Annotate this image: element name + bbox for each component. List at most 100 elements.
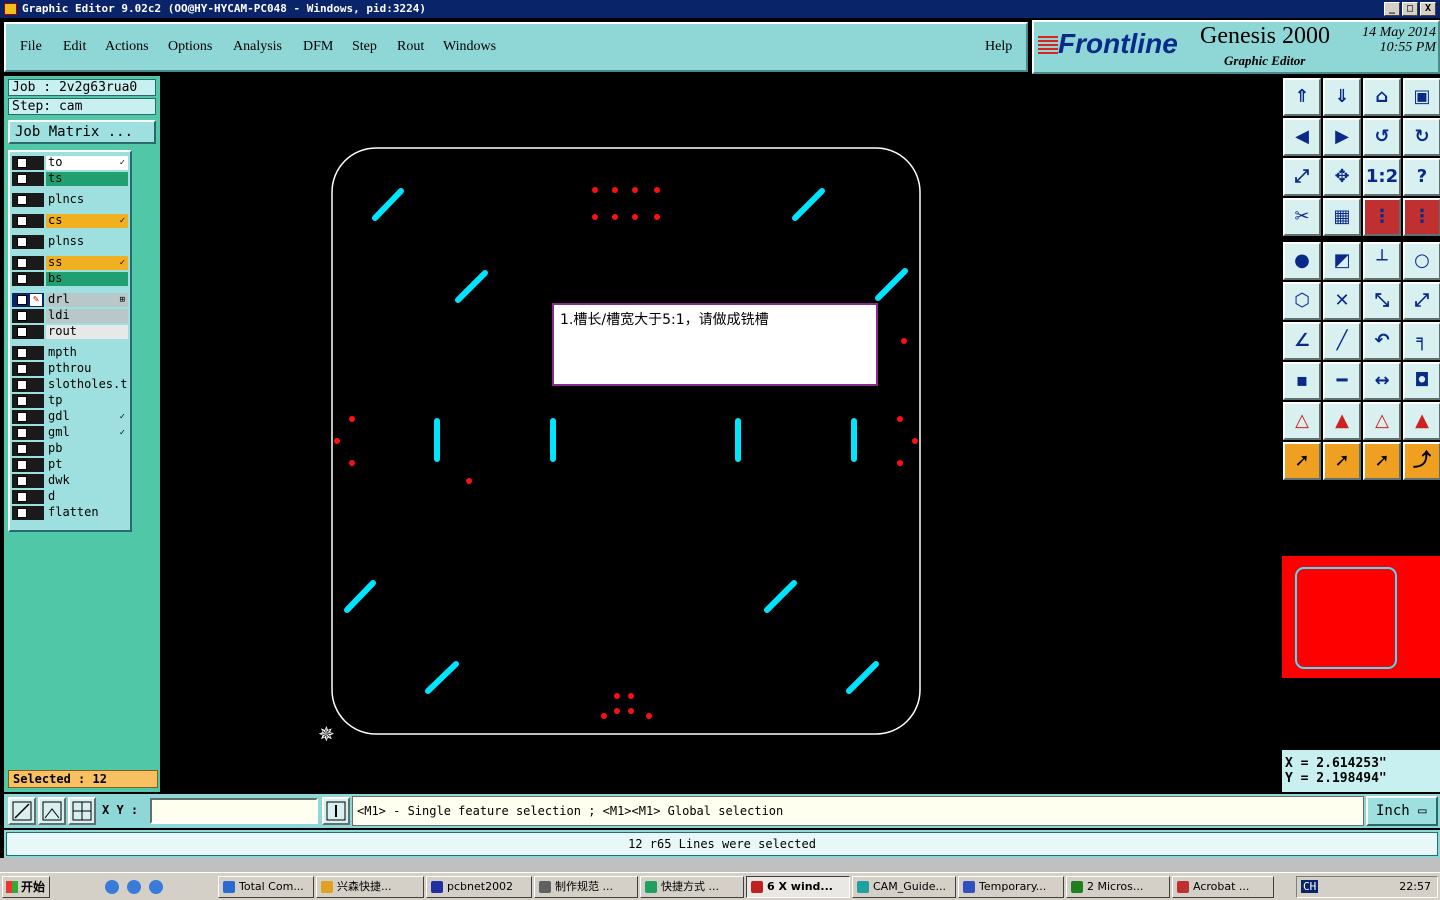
measure-button[interactable] — [38, 797, 66, 825]
layer-row-dwk[interactable]: dwk — [12, 474, 128, 488]
maximize-button[interactable]: □ — [1402, 2, 1418, 16]
select-shape-button[interactable]: ▪ — [1283, 362, 1321, 400]
pad-button[interactable]: ○ — [1403, 242, 1440, 280]
home-button[interactable]: ⌂ — [1363, 78, 1401, 116]
zoom-center-button[interactable]: ✥ — [1323, 158, 1361, 196]
pointer-net-button[interactable]: ➚ — [1363, 442, 1401, 480]
redo-button[interactable]: ↻ — [1403, 118, 1440, 156]
taskbar-item[interactable]: 6 X wind... — [746, 876, 850, 898]
layer-row-pt[interactable]: pt — [12, 458, 128, 472]
layer-row-to[interactable]: to ✓ — [12, 156, 128, 170]
layer-checkbox[interactable] — [17, 216, 27, 226]
menu-windows[interactable]: Windows — [443, 39, 496, 55]
job-matrix-button[interactable]: Job Matrix ... — [8, 120, 156, 144]
connect-button[interactable]: ⤢ — [1403, 282, 1440, 320]
layer-checkbox[interactable] — [17, 380, 27, 390]
layer-row-gdl[interactable]: gdl ✓ — [12, 410, 128, 424]
layer-row-cs[interactable]: cs ✓ — [12, 214, 128, 228]
layer-checkbox[interactable] — [17, 460, 27, 470]
graphic-canvas[interactable]: ✵ — [160, 76, 1280, 792]
pointer-button[interactable]: ➚ — [1283, 442, 1321, 480]
slot-button[interactable]: ━ — [1323, 362, 1361, 400]
layer-checkbox[interactable] — [17, 348, 27, 358]
component-button[interactable]: ◘ — [1403, 362, 1440, 400]
layer-checkbox[interactable] — [17, 295, 27, 305]
layer-row-plncs[interactable]: plncs — [12, 193, 128, 207]
cut-button[interactable]: ✕ — [1323, 282, 1361, 320]
triangle-2-button[interactable]: ▲ — [1323, 402, 1361, 440]
layer-row-gml[interactable]: gml ✓ — [12, 426, 128, 440]
layer-checkbox[interactable] — [17, 327, 27, 337]
triangle-1-button[interactable]: △ — [1283, 402, 1321, 440]
layer-checkbox[interactable] — [17, 311, 27, 321]
layer-row-bs[interactable]: bs — [12, 272, 128, 286]
undo-button[interactable]: ↺ — [1363, 118, 1401, 156]
layer-row-ss[interactable]: ss ✓ — [12, 256, 128, 270]
help-button[interactable]: ? — [1403, 158, 1440, 196]
window-button[interactable]: ▣ — [1403, 78, 1440, 116]
xy-input[interactable] — [150, 798, 318, 824]
layer-checkbox[interactable] — [17, 428, 27, 438]
taskbar-item[interactable]: 兴森快捷... — [316, 876, 424, 898]
add-pad-button[interactable]: ● — [1283, 242, 1321, 280]
menu-dfm[interactable]: DFM — [303, 39, 333, 55]
quick-launch-1-icon[interactable] — [127, 880, 141, 894]
menu-rout[interactable]: Rout — [397, 39, 424, 55]
quick-launch-2-icon[interactable] — [149, 880, 163, 894]
layer-row-plnss[interactable]: plnss — [12, 235, 128, 249]
zoom-area-button[interactable] — [8, 797, 36, 825]
grid-button[interactable]: ▦ — [1323, 198, 1361, 236]
layer-checkbox[interactable] — [17, 274, 27, 284]
layer-row-d[interactable]: d — [12, 490, 128, 504]
taskbar-item[interactable]: 2 Micros... — [1066, 876, 1170, 898]
zoom-fit-button[interactable]: ⤢ — [1283, 158, 1321, 196]
info-button[interactable] — [322, 797, 350, 825]
layer-row-ts[interactable]: ts — [12, 172, 128, 186]
route-button[interactable]: ⤴ — [1403, 442, 1440, 480]
minimize-button[interactable]: _ — [1384, 2, 1400, 16]
text-button[interactable]: ╕ — [1403, 322, 1440, 360]
layer-row-pb[interactable]: pb — [12, 442, 128, 456]
taskbar-item[interactable]: pcbnet2002 — [426, 876, 532, 898]
triangle-4-button[interactable]: ▲ — [1403, 402, 1440, 440]
layer-checkbox[interactable] — [17, 412, 27, 422]
move-node-button[interactable]: ⤡ — [1363, 282, 1401, 320]
layer-checkbox[interactable] — [17, 237, 27, 247]
layer-checkbox[interactable] — [17, 174, 27, 184]
menu-step[interactable]: Step — [352, 39, 377, 55]
pointer-select-button[interactable]: ➚ — [1323, 442, 1361, 480]
menu-actions[interactable]: Actions — [105, 39, 149, 55]
taskbar-item[interactable]: Acrobat ... — [1172, 876, 1274, 898]
layer-checkbox[interactable] — [17, 364, 27, 374]
snap-button[interactable]: ✂ — [1283, 198, 1321, 236]
triangle-3-button[interactable]: △ — [1363, 402, 1401, 440]
layer-checkbox[interactable] — [17, 508, 27, 518]
line-button[interactable]: ╱ — [1323, 322, 1361, 360]
layer-grid-button[interactable]: ⋮ — [1403, 198, 1440, 236]
layer-row-drl[interactable]: drl ⊞ ✎ — [12, 293, 128, 307]
arc-button[interactable]: ↶ — [1363, 322, 1401, 360]
quick-launch-ie-icon[interactable] — [105, 880, 119, 894]
node-button[interactable]: ⬡ — [1283, 282, 1321, 320]
taskbar-item[interactable]: 制作规范 ... — [534, 876, 638, 898]
taskbar-item[interactable]: CAM_Guide... — [852, 876, 956, 898]
open-button[interactable]: ⇑ — [1283, 78, 1321, 116]
layer-snap-button[interactable]: ⋮ — [1363, 198, 1401, 236]
layer-row-flatten[interactable]: flatten — [12, 506, 128, 520]
layer-checkbox[interactable] — [17, 195, 27, 205]
layer-row-slotholes-tx[interactable]: slotholes.tx — [12, 378, 128, 392]
start-button[interactable]: 开始 — [2, 876, 50, 898]
menu-edit[interactable]: Edit — [63, 39, 86, 55]
layer-checkbox[interactable] — [17, 158, 27, 168]
taskbar-item[interactable]: 快捷方式 ... — [640, 876, 744, 898]
menu-options[interactable]: Options — [168, 39, 212, 55]
menu-file[interactable]: File — [20, 39, 42, 55]
close-button[interactable]: X — [1420, 2, 1436, 16]
dimension-button[interactable]: ↔ — [1363, 362, 1401, 400]
pan-left-button[interactable]: ◀ — [1283, 118, 1321, 156]
taskbar-item[interactable]: Temporary... — [958, 876, 1064, 898]
pan-right-button[interactable]: ▶ — [1323, 118, 1361, 156]
grid-button[interactable] — [68, 797, 96, 825]
ruler-button[interactable]: ┴ — [1363, 242, 1401, 280]
layer-checkbox[interactable] — [17, 396, 27, 406]
